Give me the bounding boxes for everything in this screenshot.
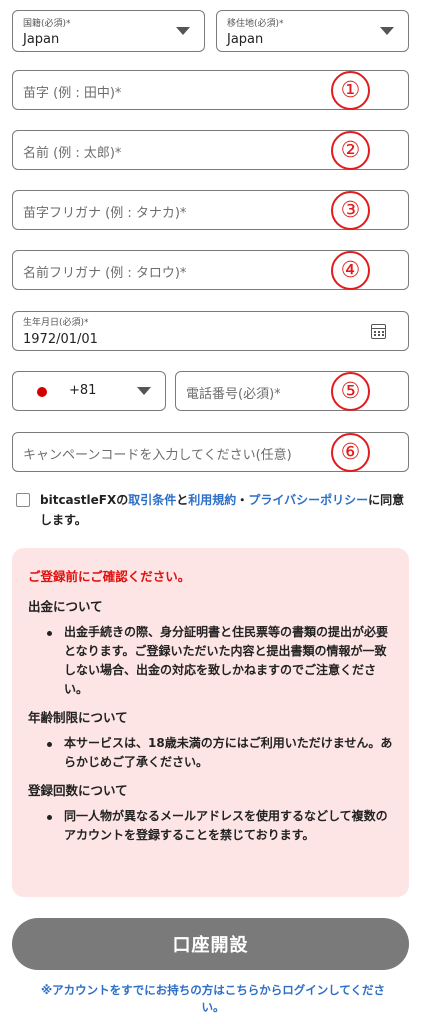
- residence-value: Japan: [227, 32, 264, 47]
- notice-heading-registration: 登録回数について: [28, 783, 128, 798]
- residence-label: 移住地(必須)*: [227, 19, 284, 29]
- campaign-code-input[interactable]: キャンペーンコードを入力してください(任意) ⑥: [12, 432, 409, 472]
- step-badge-1: ①: [331, 71, 370, 110]
- trading-terms-link[interactable]: 取引条件: [128, 493, 176, 507]
- chevron-down-icon: [380, 27, 394, 35]
- step-badge-2: ②: [331, 131, 370, 170]
- agreement-separator: ・: [236, 493, 249, 507]
- phone-number-input[interactable]: 電話番号(必須)* ⑤: [175, 371, 409, 411]
- country-code-value: +81: [69, 383, 97, 398]
- notice-title: ご登録前にご確認ください。: [28, 569, 191, 584]
- notice-heading-withdrawal: 出金について: [28, 599, 103, 614]
- country-code-select[interactable]: +81: [12, 371, 166, 411]
- chevron-down-icon: [176, 27, 190, 35]
- open-account-button[interactable]: 口座開設: [12, 918, 409, 970]
- calendar-icon[interactable]: [371, 324, 386, 339]
- agreement-connector: の: [116, 493, 129, 507]
- last-name-input[interactable]: 苗字 (例 : 田中)* ①: [12, 70, 409, 110]
- privacy-policy-link[interactable]: プライバシーポリシー: [248, 493, 368, 507]
- terms-of-use-link[interactable]: 利用規約: [188, 493, 236, 507]
- agree-checkbox[interactable]: [16, 493, 30, 507]
- agreement-connector: と: [176, 493, 189, 507]
- notice-box: ご登録前にご確認ください。 出金について 出金手続きの際、身分証明書と住民票等の…: [12, 548, 409, 897]
- brand-name: bitcastleFX: [40, 493, 117, 507]
- first-name-kana-placeholder: 名前フリガナ (例 : タロウ)*: [23, 266, 187, 281]
- step-badge-6: ⑥: [331, 433, 370, 472]
- birthdate-label: 生年月日(必須)*: [23, 318, 89, 328]
- step-badge-4: ④: [331, 251, 370, 290]
- first-name-kana-input[interactable]: 名前フリガナ (例 : タロウ)* ④: [12, 250, 409, 290]
- birthdate-value: 1972/01/01: [23, 332, 98, 347]
- campaign-code-placeholder: キャンペーンコードを入力してください(任意): [23, 448, 292, 463]
- login-link[interactable]: ※アカウントをすでにお持ちの方はこちらからログインしてください。: [30, 982, 396, 1016]
- birthdate-input[interactable]: 生年月日(必須)* 1972/01/01: [12, 311, 409, 351]
- last-name-placeholder: 苗字 (例 : 田中)*: [23, 86, 122, 101]
- nationality-value: Japan: [23, 32, 60, 47]
- nationality-label: 国籍(必須)*: [23, 19, 71, 29]
- japan-flag-icon: [37, 387, 47, 397]
- last-name-kana-placeholder: 苗字フリガナ (例 : タナカ)*: [23, 206, 187, 221]
- notice-item-registration: 同一人物が異なるメールアドレスを使用するなどして複数のアカウントを登録することを…: [28, 807, 393, 845]
- nationality-select[interactable]: 国籍(必須)* Japan: [12, 10, 205, 52]
- residence-select[interactable]: 移住地(必須)* Japan: [216, 10, 409, 52]
- notice-item-age: 本サービスは、18歳未満の方にはご利用いただけません。あらかじめご了承ください。: [28, 734, 393, 772]
- last-name-kana-input[interactable]: 苗字フリガナ (例 : タナカ)* ③: [12, 190, 409, 230]
- step-badge-3: ③: [331, 191, 370, 230]
- chevron-down-icon: [137, 387, 151, 395]
- step-badge-5: ⑤: [331, 372, 370, 411]
- phone-number-placeholder: 電話番号(必須)*: [186, 387, 281, 402]
- first-name-input[interactable]: 名前 (例 : 太郎)* ②: [12, 130, 409, 170]
- first-name-placeholder: 名前 (例 : 太郎)*: [23, 146, 122, 161]
- notice-item-withdrawal: 出金手続きの際、身分証明書と住民票等の書類の提出が必要となります。ご登録いただい…: [28, 623, 393, 699]
- notice-heading-age: 年齢制限について: [28, 710, 128, 725]
- agreement-text: bitcastleFXの取引条件と利用規約・プライバシーポリシーに同意します。: [40, 490, 412, 530]
